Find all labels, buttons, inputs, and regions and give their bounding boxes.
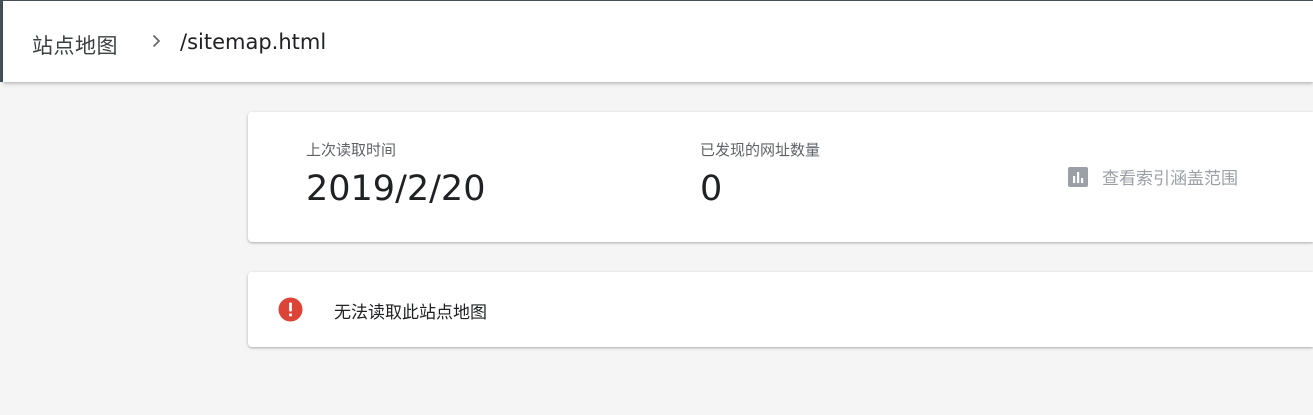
- breadcrumb-sitemaps-link[interactable]: 站点地图: [32, 30, 118, 60]
- discovered-urls-value: 0: [700, 169, 723, 209]
- sitemap-error-card: 无法读取此站点地图: [248, 272, 1313, 347]
- discovered-urls-stat: 已发现的网址数量 0: [700, 140, 820, 209]
- error-message: 无法读取此站点地图: [334, 303, 487, 323]
- last-read-label: 上次读取时间: [306, 141, 397, 159]
- breadcrumb-current-page: /sitemap.html: [180, 30, 327, 54]
- discovered-urls-label: 已发现的网址数量: [700, 141, 821, 159]
- error-icon: [278, 297, 303, 322]
- page-header: 站点地图 /sitemap.html: [3, 1, 1313, 82]
- bar-chart-icon: [1068, 166, 1088, 187]
- view-index-coverage-label: 查看索引涵盖范围: [1102, 169, 1238, 189]
- last-read-value: 2019/2/20: [306, 169, 486, 209]
- sitemap-stats-card: 上次读取时间 2019/2/20 已发现的网址数量 0 查看索引涵盖范围: [248, 112, 1313, 242]
- last-read-stat: 上次读取时间 2019/2/20: [306, 140, 485, 209]
- view-index-coverage-button[interactable]: 查看索引涵盖范围: [1068, 164, 1238, 189]
- page: 站点地图 /sitemap.html 上次读取时间 2019/2/20 已发现的…: [0, 0, 1313, 415]
- chevron-right-icon: [152, 34, 161, 48]
